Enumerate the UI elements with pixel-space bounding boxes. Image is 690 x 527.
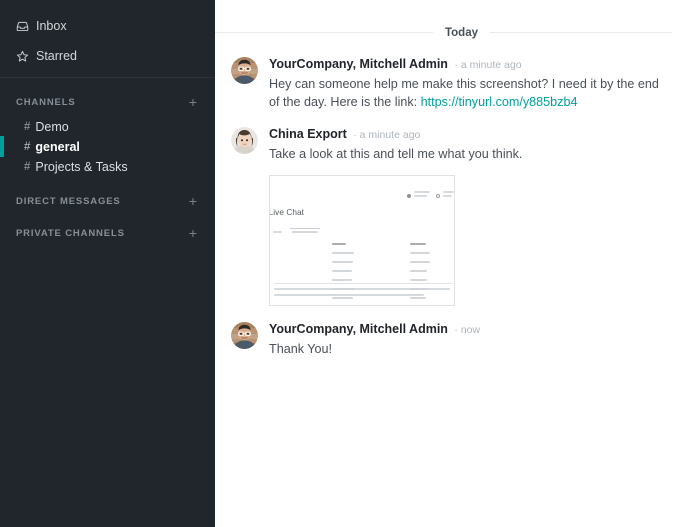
thumb-blur-line xyxy=(273,231,282,233)
message-text: Thank You! xyxy=(269,341,672,359)
thumb-table-cell xyxy=(332,279,352,282)
group-header: CHANNELS + xyxy=(0,94,215,110)
message-timestamp: · a minute ago xyxy=(353,129,420,141)
message-timestamp: · now xyxy=(454,324,480,336)
sidebar-item-inbox[interactable]: Inbox xyxy=(0,14,215,38)
message-header: YourCompany, Mitchell Admin · a minute a… xyxy=(269,56,672,73)
separator-line-left xyxy=(215,32,433,33)
message-body: YourCompany, Mitchell Admin · now Thank … xyxy=(269,320,672,359)
hash-icon: # xyxy=(24,161,30,173)
sidebar-channel-general[interactable]: # general xyxy=(0,137,215,157)
thumb-indicator-dot xyxy=(407,194,411,198)
message-header: China Export · a minute ago xyxy=(269,126,672,143)
thumb-table-cell xyxy=(410,252,430,255)
group-header: DIRECT MESSAGES + xyxy=(0,193,215,209)
thumb-table-cell xyxy=(410,261,430,264)
thumb-table-cell xyxy=(332,270,352,273)
day-separator-label: Today xyxy=(433,27,490,39)
avatar-china-export[interactable] xyxy=(231,127,258,154)
message-list: YourCompany, Mitchell Admin · a minute a… xyxy=(215,47,690,358)
group-title: DIRECT MESSAGES xyxy=(16,196,121,207)
sidebar-divider xyxy=(0,77,215,78)
add-private-channel-button[interactable]: + xyxy=(189,228,197,238)
add-channel-button[interactable]: + xyxy=(189,97,197,107)
message-author: YourCompany, Mitchell Admin xyxy=(269,322,448,336)
message-item: YourCompany, Mitchell Admin · now Thank … xyxy=(231,320,672,359)
day-separator: Today xyxy=(215,18,690,47)
channel-label: Projects & Tasks xyxy=(35,160,127,174)
thumb-divider xyxy=(274,283,452,284)
channel-label: general xyxy=(35,140,79,154)
sidebar-group-direct-messages: DIRECT MESSAGES + xyxy=(0,193,215,209)
sidebar-item-label: Inbox xyxy=(36,19,67,33)
message-text: Hey can someone help me make this screen… xyxy=(269,76,672,111)
channel-label: Demo xyxy=(35,120,68,134)
message-body: China Export · a minute ago Take a look … xyxy=(269,125,672,306)
separator-line-right xyxy=(490,32,672,33)
thumb-table-cell xyxy=(332,297,353,300)
hash-icon: # xyxy=(24,121,30,133)
message-link[interactable]: https://tinyurl.com/y885bzb4 xyxy=(421,95,578,109)
message-item: YourCompany, Mitchell Admin · a minute a… xyxy=(231,55,672,111)
message-body: YourCompany, Mitchell Admin · a minute a… xyxy=(269,55,672,111)
attachment-thumb-title: y Live Chat xyxy=(269,208,304,217)
hash-icon: # xyxy=(24,141,30,153)
sidebar-channel-demo[interactable]: # Demo xyxy=(0,117,215,137)
sidebar: Inbox Starred CHANNELS + # Demo # g xyxy=(0,0,215,527)
screenshot-attachment[interactable]: y Live Chat xyxy=(269,175,455,306)
thumb-blur-line xyxy=(443,191,454,194)
inbox-icon xyxy=(16,20,32,33)
avatar-mitchell-admin[interactable] xyxy=(231,322,258,349)
thumb-table-cell xyxy=(410,279,427,282)
sidebar-group-channels: CHANNELS + # Demo # general # Projects &… xyxy=(0,94,215,177)
thumb-table-cell xyxy=(410,297,426,300)
thumb-blur-line xyxy=(443,195,452,197)
message-text-body: Thank You! xyxy=(269,342,332,356)
group-header: PRIVATE CHANNELS + xyxy=(0,225,215,241)
star-icon xyxy=(16,50,32,63)
thumb-table-header xyxy=(332,243,346,246)
thumb-blur-line xyxy=(414,195,427,197)
thumb-fine-print xyxy=(274,288,450,290)
thumb-blur-line xyxy=(292,231,318,234)
message-text: Take a look at this and tell me what you… xyxy=(269,146,672,164)
message-text-body: Take a look at this and tell me what you… xyxy=(269,147,522,161)
thumb-table-cell xyxy=(332,252,354,255)
sidebar-item-starred[interactable]: Starred xyxy=(0,44,215,68)
sidebar-item-label: Starred xyxy=(36,49,77,63)
sidebar-group-private-channels: PRIVATE CHANNELS + xyxy=(0,225,215,241)
message-author: YourCompany, Mitchell Admin xyxy=(269,57,448,71)
thumb-indicator-ring xyxy=(436,194,440,198)
thumb-table-cell xyxy=(332,261,353,264)
message-item: China Export · a minute ago Take a look … xyxy=(231,125,672,306)
discuss-app: Inbox Starred CHANNELS + # Demo # g xyxy=(0,0,690,527)
avatar-mitchell-admin[interactable] xyxy=(231,57,258,84)
thumb-tab-underline xyxy=(290,228,320,229)
message-header: YourCompany, Mitchell Admin · now xyxy=(269,321,672,338)
group-title: PRIVATE CHANNELS xyxy=(16,228,125,239)
attachment-preview: y Live Chat xyxy=(270,176,454,305)
thumb-table-header xyxy=(410,243,426,246)
message-timestamp: · a minute ago xyxy=(454,59,521,71)
thumb-fine-print xyxy=(274,294,424,296)
add-direct-message-button[interactable]: + xyxy=(189,196,197,206)
sidebar-channel-projects-tasks[interactable]: # Projects & Tasks xyxy=(0,157,215,177)
group-title: CHANNELS xyxy=(16,97,76,108)
thumb-blur-line xyxy=(414,191,430,194)
message-author: China Export xyxy=(269,127,347,141)
message-pane: Today xyxy=(215,0,690,527)
thumb-table-cell xyxy=(410,270,427,273)
